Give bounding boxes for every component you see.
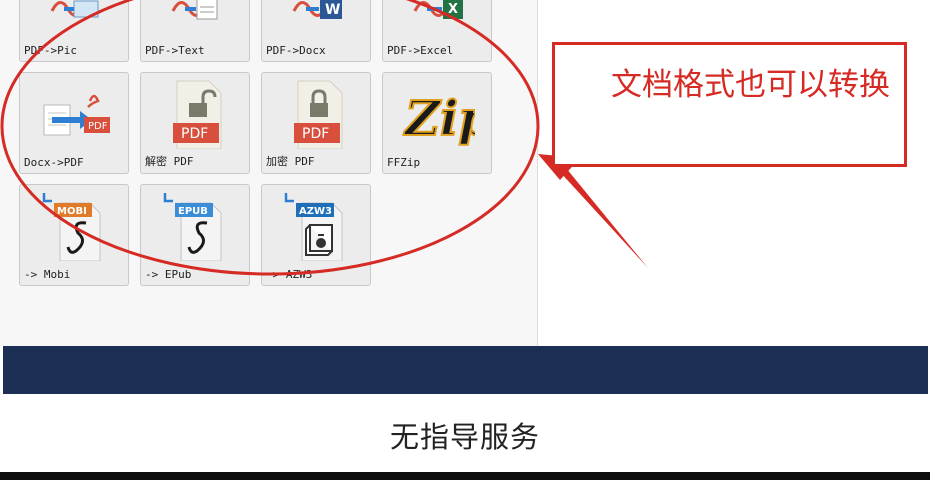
tool-tile-to-azw3[interactable]: AZW3 -> AZW3 [261,184,371,286]
tool-label: FFZip [387,156,421,169]
tool-label: PDF->Docx [266,44,326,57]
badge-text: PDF [181,126,208,142]
pdf-to-pic-icon [50,0,99,18]
badge-text: PDF [88,121,108,132]
tool-label: PDF->Pic [24,44,77,57]
azw3-convert-icon: AZW3 [284,193,343,261]
tool-tile-to-mobi[interactable]: MOBI -> Mobi [19,184,129,286]
tool-label: 解密 PDF [145,155,194,168]
pdf-to-text-icon [171,0,218,20]
tool-label: PDF->Excel [387,44,454,57]
callout-text: 文档格式也可以转换 [611,67,890,103]
svg-text:X: X [448,2,458,17]
ffzip-logo-icon: Zip [402,90,475,148]
badge-text: PDF [302,126,329,142]
mobi-convert-icon: MOBI [42,193,101,261]
tool-tile-pdf-to-text[interactable]: PDF->Text [140,0,250,62]
word-to-pdf-icon: PDF [43,94,110,136]
navy-banner [3,346,928,394]
tool-tile-to-epub[interactable]: EPUB -> EPub [140,184,250,286]
tool-tile-ffzip[interactable]: Zip FFZip [382,72,492,174]
lock-pdf-icon: PDF [294,80,343,149]
tool-tile-decrypt-pdf[interactable]: PDF 解密 PDF [140,72,250,174]
annotation-callout: 文档格式也可以转换 [552,42,907,167]
epub-convert-icon: EPUB [163,193,222,261]
tool-label: PDF->Text [145,44,205,57]
bottom-bar [0,472,930,480]
badge-text: EPUB [178,206,208,217]
tool-label: 加密 PDF [266,155,315,168]
badge-text: MOBI [57,206,87,217]
tool-tile-pdf-to-pic[interactable]: PDF->Pic [19,0,129,62]
pdf-to-excel-icon: X [413,0,463,19]
ffzip-logo-text: Zip [403,91,475,147]
unlock-pdf-icon: PDF [173,80,222,149]
tool-tile-encrypt-pdf[interactable]: PDF 加密 PDF [261,72,371,174]
tool-label: -> EPub [145,268,192,281]
tool-tile-pdf-to-docx[interactable]: W PDF->Docx [261,0,371,62]
caption-text: 无指导服务 [389,420,540,454]
tool-label: Docx->PDF [24,156,84,169]
tool-label: -> AZW3 [266,268,313,281]
tool-tile-pdf-to-excel[interactable]: X PDF->Excel [382,0,492,62]
tool-label: -> Mobi [24,268,71,281]
tool-panel: PDF->Pic PDF->Text W PDF->Docx X PDF->Ex… [0,0,538,346]
tool-tile-docx-to-pdf[interactable]: PDF Docx->PDF [19,72,129,174]
svg-text:W: W [325,2,340,18]
badge-text: AZW3 [299,206,332,217]
pdf-to-word-icon: W [292,0,342,19]
